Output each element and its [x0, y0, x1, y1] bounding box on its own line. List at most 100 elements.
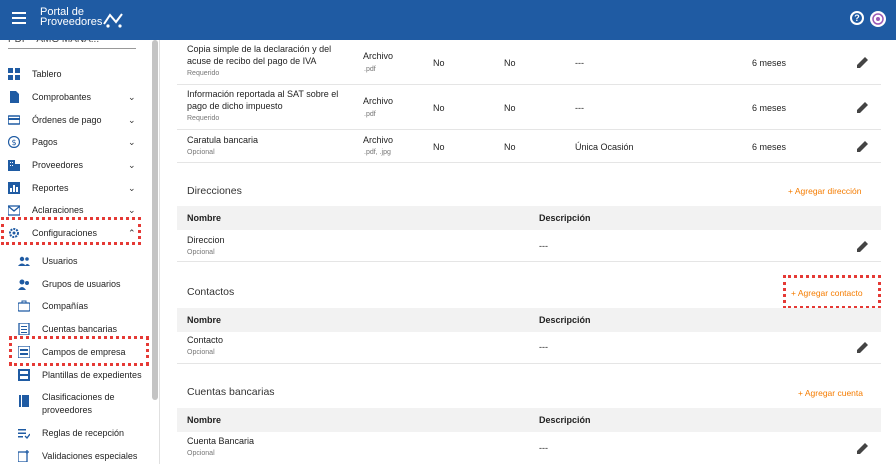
doc-required: Requerido	[187, 70, 220, 77]
logo-truck-icon	[103, 13, 123, 28]
chevron-down-icon: ⌄	[128, 136, 136, 147]
sidebar-item-proveedores[interactable]: Proveedores ⌄	[0, 159, 145, 171]
sidebar-scrollbar[interactable]	[152, 40, 158, 400]
edit-icon[interactable]	[857, 56, 869, 68]
table-row: Cuenta Bancaria Opcional ---	[177, 432, 881, 464]
chevron-down-icon: ⌄	[128, 182, 136, 193]
sidebar-subitem-clasificaciones[interactable]: Clasificaciones de proveedores	[0, 391, 145, 415]
sidebar-subitem-label: Compañías	[42, 301, 89, 311]
doc-frequency: ---	[575, 103, 584, 113]
highlight-campos-empresa	[9, 336, 149, 366]
sidebar-item-label: Pagos	[32, 137, 58, 147]
sidebar-subitem-label: Cuentas bancarias	[42, 324, 118, 334]
chevron-down-icon: ⌄	[128, 91, 136, 102]
doc-required: Opcional	[187, 149, 215, 156]
doc-col2: No	[504, 58, 516, 68]
table-header: Nombre Descripción	[177, 408, 881, 432]
doc-ext: .pdf	[364, 111, 376, 118]
sidebar-item-pagos[interactable]: $ Pagos ⌄	[0, 136, 145, 148]
table-row: Información reportada al SAT sobre el pa…	[177, 85, 881, 130]
section-title-cuentas: Cuentas bancarias	[187, 386, 275, 398]
add-account-button[interactable]: + Agregar cuenta	[798, 388, 863, 398]
sidebar-item-label: Órdenes de pago	[32, 115, 102, 125]
company-selector[interactable]: PDF - AMG MANA...	[8, 40, 136, 49]
doc-period: 6 meses	[752, 58, 787, 68]
column-header-nombre: Nombre	[187, 415, 222, 425]
edit-icon[interactable]	[857, 140, 869, 152]
doc-period: 6 meses	[752, 103, 787, 113]
building-icon	[8, 160, 20, 171]
doc-col2: No	[504, 103, 516, 113]
sidebar-item-comprobantes[interactable]: Comprobantes ⌄	[0, 91, 145, 103]
sidebar-subitem-label: Grupos de usuarios	[42, 279, 121, 289]
sidebar-subitem-companias[interactable]: Compañías	[0, 300, 145, 312]
chevron-down-icon: ⌄	[128, 159, 136, 170]
doc-type: Archivo	[363, 96, 394, 106]
sidebar-item-tablero[interactable]: Tablero	[0, 68, 145, 80]
sidebar-item-label: Proveedores	[32, 160, 84, 170]
card-icon	[8, 115, 20, 125]
edit-icon[interactable]	[857, 240, 869, 252]
plus-icon: +	[798, 388, 805, 398]
sidebar-subitem-validaciones[interactable]: Validaciones especiales	[0, 450, 145, 462]
menu-icon[interactable]	[12, 12, 26, 26]
section-title-direcciones: Direcciones	[187, 185, 242, 197]
top-app-bar: Portal de Proveedores ?	[0, 0, 896, 40]
help-icon[interactable]: ?	[850, 11, 864, 25]
sidebar-subitem-usuarios[interactable]: Usuarios	[0, 255, 145, 267]
table-row: Caratula bancaria Opcional Archivo .pdf,…	[177, 130, 881, 163]
svg-text:$: $	[11, 138, 16, 147]
briefcase-icon	[18, 300, 30, 312]
sidebar-item-reportes[interactable]: Reportes ⌄	[0, 182, 145, 194]
chart-icon	[8, 182, 20, 194]
group-icon	[18, 279, 29, 290]
table-header: Nombre Descripción	[177, 206, 881, 230]
edit-icon[interactable]	[857, 442, 869, 454]
chevron-down-icon: ⌄	[128, 114, 136, 125]
doc-name: Caratula bancaria	[187, 135, 259, 145]
section-title-contactos: Contactos	[187, 286, 235, 298]
doc-name: Copia simple de la declaración y del acu…	[187, 44, 332, 66]
add-contact-button[interactable]: + Agregar contacto	[791, 288, 863, 298]
doc-col2: No	[504, 142, 516, 152]
row-required: Opcional	[187, 349, 215, 356]
dashboard-icon	[8, 68, 20, 80]
sidebar-subitem-label: Reglas de recepción	[42, 428, 125, 438]
sidebar-item-ordenes[interactable]: Órdenes de pago ⌄	[0, 114, 145, 126]
template-icon	[18, 369, 30, 381]
edit-icon[interactable]	[857, 101, 869, 113]
plus-icon: +	[791, 288, 798, 298]
table-row: Direccion Opcional ---	[177, 230, 881, 262]
sidebar-item-label: Aclaraciones	[32, 205, 84, 215]
avatar-icon[interactable]	[870, 11, 886, 27]
doc-name: Información reportada al SAT sobre el pa…	[187, 89, 339, 111]
sidebar-subitem-cuentas[interactable]: Cuentas bancarias	[0, 323, 145, 335]
doc-col1: No	[433, 103, 445, 113]
table-row: Copia simple de la declaración y del acu…	[177, 40, 881, 85]
table-header: Nombre Descripción	[177, 308, 881, 332]
table-row: Contacto Opcional ---	[177, 332, 881, 364]
sidebar-subitem-label: Clasificaciones de proveedores	[42, 392, 115, 415]
add-doc-icon	[18, 450, 29, 462]
sidebar-subitem-label: Plantillas de expedientes	[42, 370, 142, 380]
sidebar-subitem-plantillas[interactable]: Plantillas de expedientes	[0, 369, 145, 381]
column-header-descripcion: Descripción	[539, 213, 591, 223]
add-address-label: Agregar dirección	[794, 186, 862, 196]
sidebar-subitem-reglas[interactable]: Reglas de recepción	[0, 427, 145, 439]
row-required: Opcional	[187, 450, 215, 457]
row-description: ---	[539, 443, 548, 453]
portal-logo[interactable]: Portal de Proveedores	[40, 7, 102, 28]
doc-frequency: Única Ocasión	[575, 142, 634, 152]
sidebar-item-aclaraciones[interactable]: Aclaraciones ⌄	[0, 204, 145, 216]
row-name: Cuenta Bancaria	[187, 436, 255, 446]
doc-type: Archivo	[363, 51, 394, 61]
add-account-label: Agregar cuenta	[804, 388, 863, 398]
highlight-configuraciones	[1, 217, 141, 245]
add-address-button[interactable]: + Agregar dirección	[788, 186, 861, 196]
sidebar-subitem-grupos[interactable]: Grupos de usuarios	[0, 278, 145, 290]
rules-icon	[18, 429, 30, 439]
chevron-down-icon: ⌄	[128, 204, 136, 215]
row-required: Opcional	[187, 249, 215, 256]
edit-icon[interactable]	[857, 341, 869, 353]
row-description: ---	[539, 241, 548, 251]
